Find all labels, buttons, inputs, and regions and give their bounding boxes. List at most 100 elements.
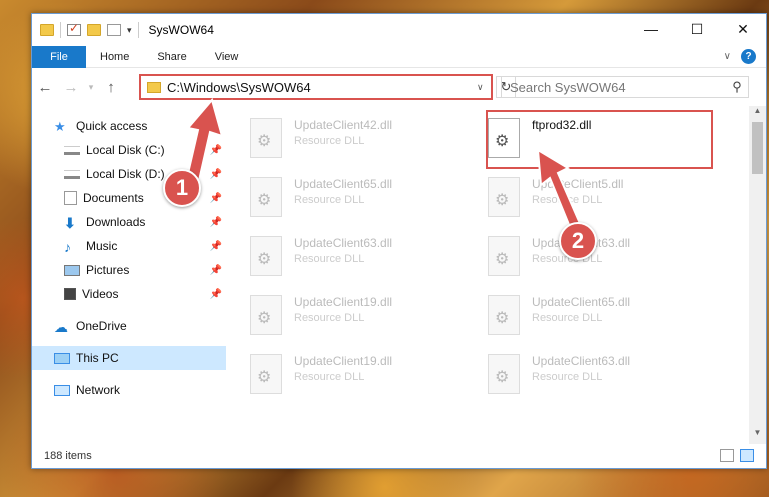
sidebar-item-network[interactable]: Network — [32, 378, 226, 402]
file-item[interactable]: UpdateClient63.dllResource DLL — [488, 232, 708, 288]
dll-file-icon — [250, 177, 282, 217]
pin-icon[interactable]: 📌 — [210, 289, 222, 300]
tab-home[interactable]: Home — [86, 51, 143, 63]
scroll-down-icon[interactable]: ▼ — [749, 428, 766, 444]
help-icon[interactable]: ? — [741, 49, 756, 64]
dll-file-icon — [250, 354, 282, 394]
sidebar-item-downloads[interactable]: ⬇ Downloads 📌 — [32, 210, 226, 234]
quick-access-toolbar: ▾ — [32, 21, 139, 38]
pictures-icon — [64, 264, 80, 276]
file-type: Resource DLL — [294, 253, 365, 265]
sidebar-item-label: Local Disk (D:) — [86, 167, 165, 181]
customize-icon[interactable] — [107, 24, 121, 36]
properties-icon[interactable] — [67, 21, 81, 36]
drive-icon — [64, 145, 80, 155]
address-bar[interactable]: C:\Windows\SysWOW64 ∨ — [139, 74, 493, 100]
callout-badge-1: 1 — [163, 169, 201, 207]
recent-locations-icon[interactable]: ▾ — [84, 82, 98, 93]
sidebar-item-label: Downloads — [86, 215, 146, 229]
sidebar-item-label: Documents — [83, 191, 144, 205]
dll-file-icon — [250, 295, 282, 335]
file-item[interactable]: UpdateClient65.dll Resource DLL — [488, 291, 708, 347]
file-name: UpdateClient63.dll — [532, 354, 631, 368]
back-arrow-icon[interactable]: ← — [32, 79, 58, 96]
file-item[interactable]: UpdateClient19.dll Resource DLL — [250, 350, 470, 406]
file-name: UpdateClient19.dll — [294, 354, 393, 368]
pin-icon[interactable]: 📌 — [210, 145, 222, 156]
details-view-icon[interactable] — [720, 449, 734, 462]
file-item[interactable]: UpdateClient63.dllResource DLL — [488, 350, 708, 406]
file-item[interactable]: UpdateClient65.dll Resource DLL — [250, 173, 470, 229]
sidebar-item-local-disk-c[interactable]: Local Disk (C:) 📌 — [32, 138, 226, 162]
pin-icon[interactable]: 📌 — [210, 217, 222, 228]
sidebar-item-quick-access[interactable]: ★ Quick access — [32, 114, 226, 138]
file-list: UpdateClient42.dllResource DLL ftprod32.… — [226, 106, 766, 444]
file-name: UpdateClient65.dll — [532, 295, 631, 309]
expand-ribbon-icon[interactable]: ∨ — [724, 51, 731, 62]
file-highlight-box — [486, 110, 713, 169]
folder-icon — [40, 24, 54, 36]
address-path[interactable]: C:\Windows\SysWOW64 — [167, 80, 477, 95]
file-type: Resource DLL — [294, 135, 365, 147]
close-button[interactable]: ✕ — [720, 14, 766, 44]
sidebar-item-this-pc[interactable]: This PC — [32, 346, 226, 370]
view-toggle — [720, 449, 754, 462]
large-icons-view-icon[interactable] — [740, 449, 754, 462]
file-type: Resource DLL — [294, 371, 365, 383]
search-placeholder: Search SysWOW64 — [510, 79, 626, 95]
title-bar: ▾ SysWOW64 — ☐ ✕ — [32, 14, 766, 46]
folder-icon — [147, 81, 161, 93]
chevron-down-icon[interactable]: ▾ — [127, 25, 132, 36]
sidebar-item-label: Videos — [82, 287, 119, 301]
explorer-body: ★ Quick access Local Disk (C:) 📌 Local D… — [32, 106, 766, 444]
pin-icon[interactable]: 📌 — [210, 169, 222, 180]
file-name: UpdateClient65.dll — [294, 177, 393, 191]
dll-file-icon — [250, 236, 282, 276]
scroll-up-icon[interactable]: ▲ — [749, 106, 766, 122]
videos-icon — [64, 288, 76, 300]
file-item[interactable]: UpdateClient19.dll Resource DLL — [250, 291, 470, 347]
file-name: UpdateClient19.dll — [294, 295, 393, 309]
sidebar-item-label: Local Disk (C:) — [86, 143, 165, 157]
cloud-icon: ☁ — [54, 319, 68, 335]
download-icon: ⬇ — [64, 215, 76, 231]
dll-file-icon — [488, 354, 520, 394]
minimize-button[interactable]: — — [628, 14, 674, 44]
window-controls: — ☐ ✕ — [628, 14, 766, 44]
up-arrow-icon[interactable]: ↑ — [98, 79, 124, 96]
file-item[interactable]: UpdateClient63.dllResource DLL — [250, 232, 470, 288]
maximize-button[interactable]: ☐ — [674, 14, 720, 44]
dll-file-icon — [488, 236, 520, 276]
pin-icon[interactable]: 📌 — [210, 193, 222, 204]
ribbon-tabs: File Home Share View ∨ ? — [32, 45, 766, 68]
tab-view[interactable]: View — [201, 51, 253, 63]
network-icon — [54, 384, 70, 396]
new-folder-icon[interactable] — [87, 24, 101, 36]
forward-arrow-icon[interactable]: → — [58, 79, 84, 96]
file-type: Resource DLL — [532, 312, 603, 324]
search-input[interactable]: Search SysWOW64 ⚲ — [501, 76, 749, 98]
tab-file[interactable]: File — [32, 45, 86, 68]
sidebar-item-label: Quick access — [76, 119, 148, 133]
sidebar-item-music[interactable]: ♪ Music 📌 — [32, 234, 226, 258]
file-type: Resource DLL — [532, 194, 603, 206]
search-icon[interactable]: ⚲ — [726, 79, 748, 95]
sidebar-item-videos[interactable]: Videos 📌 — [32, 282, 226, 306]
pin-icon[interactable]: 📌 — [210, 265, 222, 276]
sidebar-item-onedrive[interactable]: ☁ OneDrive — [32, 314, 226, 338]
dll-file-icon — [488, 295, 520, 335]
sidebar-item-label: Music — [86, 239, 118, 253]
chevron-down-icon[interactable]: ∨ — [477, 82, 491, 93]
vertical-scrollbar[interactable]: ▲ ▼ — [749, 106, 766, 444]
sidebar-item-label: Network — [76, 383, 121, 397]
file-item[interactable]: UpdateClient5.dll Resource DLL — [488, 173, 708, 229]
pin-icon[interactable]: 📌 — [210, 241, 222, 252]
scroll-thumb[interactable] — [752, 122, 763, 174]
dll-file-icon — [488, 177, 520, 217]
tab-share[interactable]: Share — [143, 51, 200, 63]
music-icon: ♪ — [64, 239, 71, 255]
file-item[interactable]: UpdateClient42.dll Resource DLL — [250, 114, 470, 170]
sidebar-item-pictures[interactable]: Pictures 📌 — [32, 258, 226, 282]
